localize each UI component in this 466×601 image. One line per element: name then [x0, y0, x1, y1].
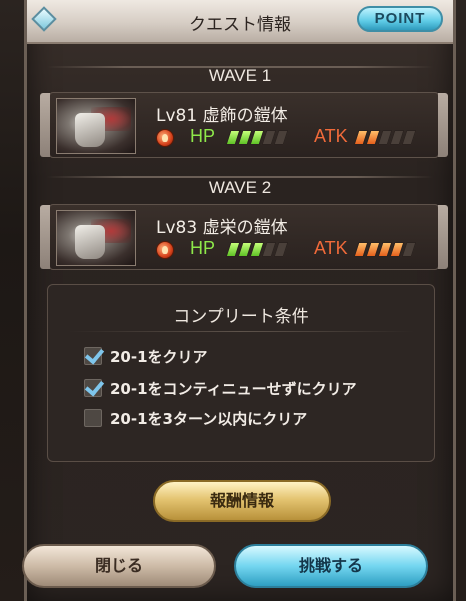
close-button[interactable]: 閉じる — [22, 544, 216, 588]
enemy-card-wave-1: Lv81 虚飾の鎧体 HP ATK — [40, 92, 448, 158]
check-icon — [84, 379, 102, 397]
check-icon — [84, 347, 102, 365]
hp-gauge — [225, 130, 289, 146]
condition-text: 20-1を3ターン以内にクリア — [110, 409, 308, 428]
atk-gauge-segment — [401, 242, 417, 257]
quest-info-dialog: クエスト情報 POINT WAVE 1 Lv81 虚飾の鎧体 HP ATK WA… — [24, 0, 456, 601]
enemy-name: Lv81 虚飾の鎧体 — [156, 106, 288, 126]
dialog-titlebar: クエスト情報 POINT — [27, 0, 453, 44]
point-button[interactable]: POINT — [357, 6, 443, 32]
atk-gauge — [353, 242, 417, 258]
wave-label: WAVE 1 — [208, 66, 272, 85]
atk-gauge-segment — [401, 130, 417, 145]
hp-label: HP — [190, 126, 216, 146]
enemy-portrait — [56, 210, 136, 266]
enemy-name: Lv83 虚栄の鎧体 — [156, 218, 288, 238]
wave-label: WAVE 2 — [208, 178, 272, 197]
reward-info-button[interactable]: 報酬情報 — [153, 480, 331, 522]
hp-gauge-segment — [273, 130, 289, 145]
enemy-portrait — [56, 98, 136, 154]
hp-gauge-segment — [273, 242, 289, 257]
atk-label: ATK — [314, 126, 348, 146]
complete-conditions-panel: コンプリート条件 20-1をクリア 20-1をコンティニューせずにクリア 20-… — [47, 284, 435, 462]
condition-item: 20-1をクリア — [84, 345, 208, 367]
condition-text: 20-1をコンティニューせずにクリア — [110, 379, 357, 398]
fire-element-icon — [156, 129, 174, 147]
challenge-button[interactable]: 挑戦する — [234, 544, 428, 588]
check-icon — [84, 409, 102, 427]
condition-item: 20-1を3ターン以内にクリア — [84, 407, 307, 429]
hp-gauge — [225, 242, 289, 258]
fire-element-icon — [156, 241, 174, 259]
condition-item: 20-1をコンティニューせずにクリア — [84, 377, 357, 399]
enemy-card-wave-2: Lv83 虚栄の鎧体 HP ATK — [40, 204, 448, 270]
conditions-title: コンプリート条件 — [173, 307, 309, 327]
atk-label: ATK — [314, 238, 348, 258]
atk-gauge — [353, 130, 417, 146]
conditions-divider — [68, 331, 414, 332]
hp-label: HP — [190, 238, 216, 258]
condition-text: 20-1をクリア — [110, 347, 208, 366]
